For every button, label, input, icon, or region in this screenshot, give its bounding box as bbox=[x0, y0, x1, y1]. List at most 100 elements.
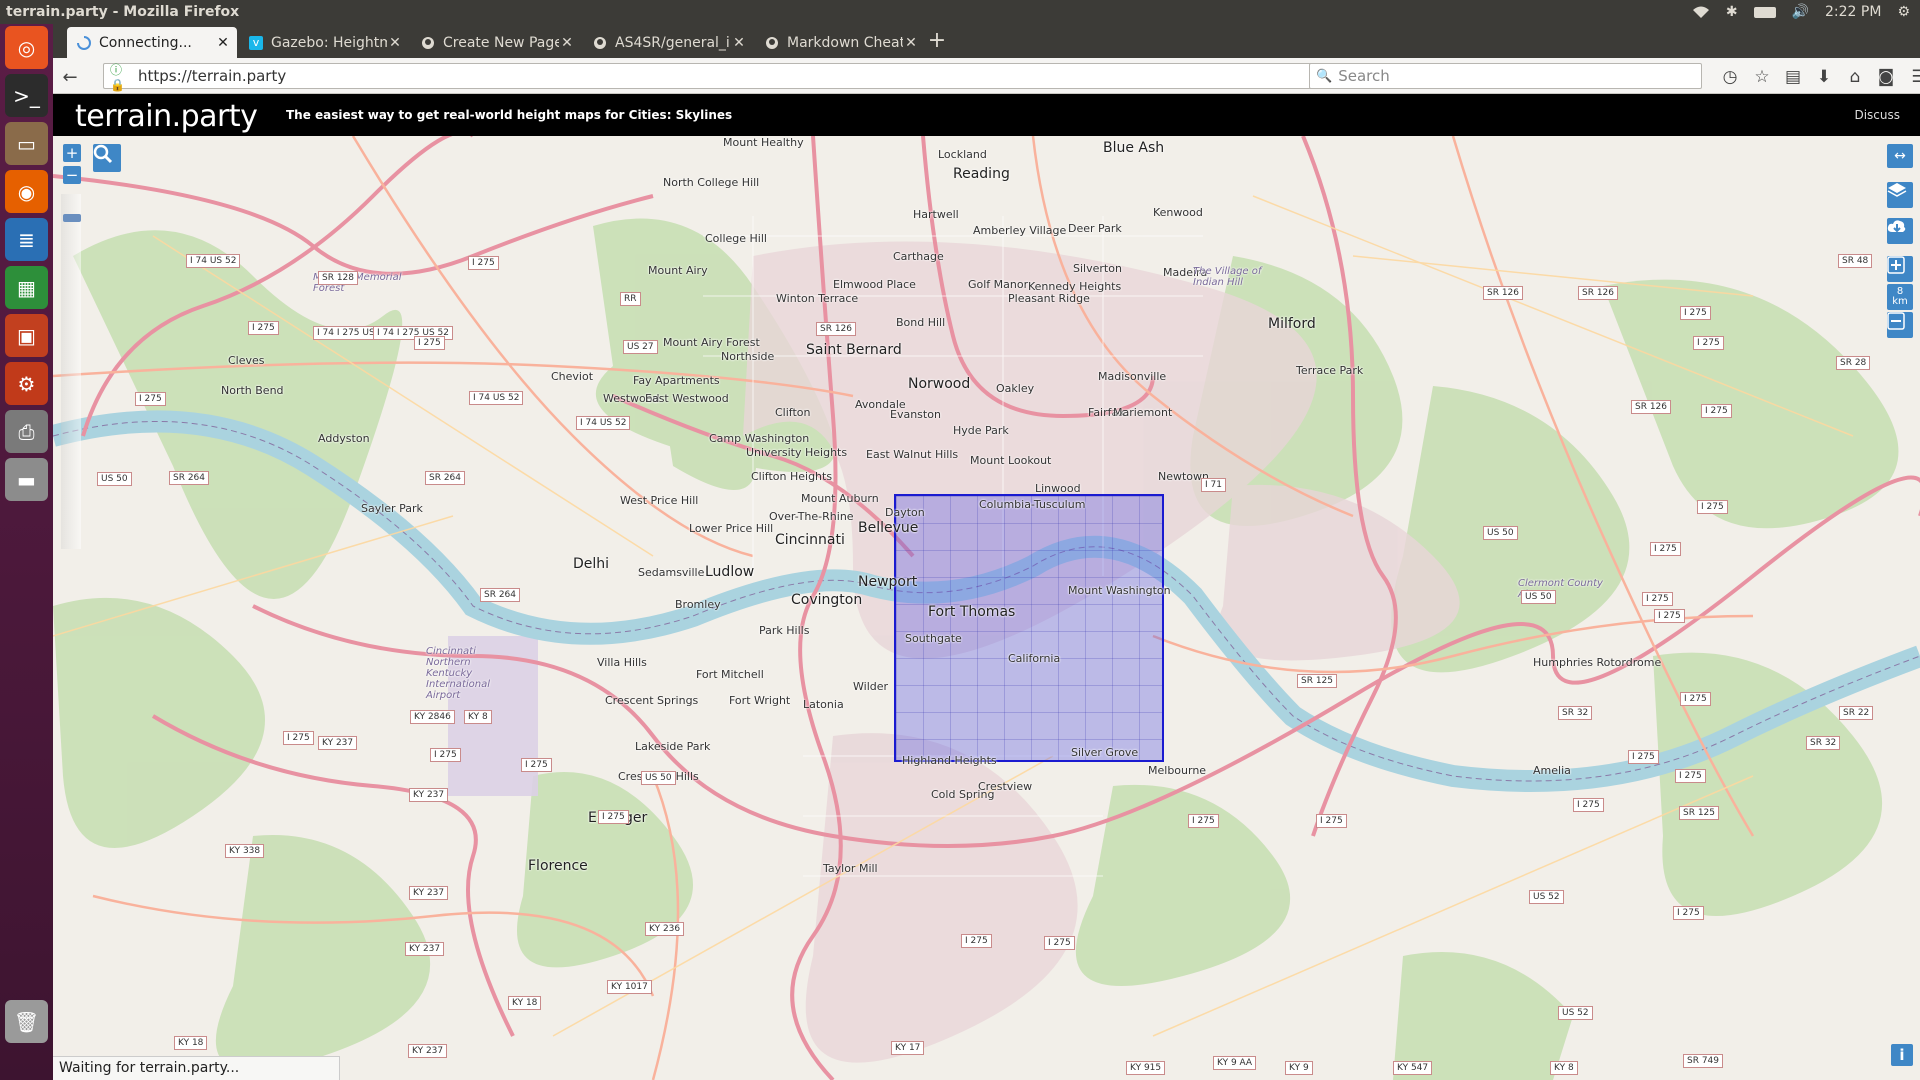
route-shield: RR bbox=[620, 292, 641, 306]
settings-gear-icon[interactable]: ⚙ bbox=[1897, 4, 1910, 20]
tab-terrain-party[interactable]: Connecting... ✕ bbox=[67, 27, 237, 58]
map-zoom-out-button[interactable]: − bbox=[63, 166, 81, 184]
route-shield: SR 32 bbox=[1558, 706, 1593, 720]
menu-icon[interactable]: ☰ bbox=[1907, 65, 1920, 89]
route-shield: SR 749 bbox=[1683, 1054, 1724, 1068]
route-shield: SR 22 bbox=[1839, 706, 1874, 720]
tab-markdown-cheatsheet[interactable]: Markdown Cheatsheet ✕ bbox=[755, 27, 925, 58]
clock[interactable]: 2:22 PM bbox=[1825, 4, 1881, 20]
settings-icon[interactable]: ⚙ bbox=[5, 362, 48, 405]
site-logo[interactable]: terrain.party bbox=[75, 99, 258, 134]
url-text[interactable]: https://terrain.party bbox=[138, 67, 1322, 85]
close-icon[interactable]: ✕ bbox=[215, 35, 231, 51]
resize-horizontal-button[interactable]: ↔ bbox=[1887, 144, 1913, 168]
route-shield: I 275 bbox=[598, 810, 629, 824]
info-button[interactable]: i bbox=[1891, 1044, 1913, 1066]
tab-label: Create New Page · AS4 bbox=[443, 34, 559, 51]
tab-gazebo[interactable]: v Gazebo: Heightmap Tu ✕ bbox=[239, 27, 409, 58]
map-place-label: Milford bbox=[1268, 316, 1316, 332]
pocket-icon[interactable]: ◙ bbox=[1874, 65, 1898, 89]
route-shield: SR 264 bbox=[425, 471, 466, 485]
vimeo-icon: v bbox=[249, 35, 263, 50]
download-heightmap-button[interactable] bbox=[1887, 218, 1913, 244]
close-icon[interactable]: ✕ bbox=[387, 35, 403, 51]
map-place-label: Lower Price Hill bbox=[689, 522, 774, 535]
map-place-label: Mount Healthy bbox=[723, 136, 804, 149]
discuss-link[interactable]: Discuss bbox=[1854, 108, 1900, 122]
writer-icon[interactable]: ≣ bbox=[5, 218, 48, 261]
search-input[interactable]: 🔍 Search bbox=[1309, 63, 1702, 89]
map-search-button[interactable] bbox=[93, 144, 121, 172]
map-place-label: East Walnut Hills bbox=[866, 448, 959, 461]
map-place-label: Mount Auburn bbox=[801, 492, 879, 505]
home-icon[interactable]: ⌂ bbox=[1843, 65, 1867, 89]
download-icon[interactable]: ⬇ bbox=[1812, 65, 1836, 89]
map-place-label: Clifton Heights bbox=[751, 470, 833, 483]
files-icon[interactable]: ▭ bbox=[5, 122, 48, 165]
route-shield: I 275 bbox=[1697, 500, 1728, 514]
route-shield: KY 9 AA bbox=[1213, 1056, 1257, 1070]
github-icon bbox=[765, 36, 779, 50]
route-shield: KY 237 bbox=[409, 788, 449, 802]
ubuntu-dash-icon[interactable]: ◎ bbox=[5, 26, 48, 69]
selection-box[interactable] bbox=[894, 494, 1164, 762]
battery-icon[interactable] bbox=[1753, 6, 1776, 18]
map-place-label: Reading bbox=[953, 166, 1010, 182]
route-shield: KY 237 bbox=[318, 736, 358, 750]
lock-icon[interactable]: ⓘ 🔒 bbox=[104, 61, 138, 92]
route-shield: US 50 bbox=[1483, 526, 1518, 540]
map-place-label: Newport bbox=[858, 574, 918, 590]
desktop: terrain.party - Mozilla Firefox ✱ 🔊 2:22… bbox=[0, 0, 1920, 1080]
map-place-label: University Heights bbox=[746, 446, 848, 459]
route-shield: KY 547 bbox=[1393, 1061, 1433, 1075]
close-icon[interactable]: ✕ bbox=[731, 35, 747, 51]
map-zoom-in-button[interactable]: + bbox=[63, 144, 81, 162]
map-place-label: Pleasant Ridge bbox=[1008, 292, 1090, 305]
new-tab-button[interactable]: + bbox=[925, 30, 949, 54]
disk-icon[interactable]: ▬ bbox=[5, 458, 48, 501]
bookmark-star-icon[interactable]: ☆ bbox=[1750, 65, 1774, 89]
tab-general-info[interactable]: AS4SR/general_info: C ✕ bbox=[583, 27, 753, 58]
route-shield: SR 264 bbox=[169, 471, 210, 485]
route-shield: SR 48 bbox=[1838, 254, 1873, 268]
map-place-label: Linwood bbox=[1035, 482, 1081, 495]
route-shield: KY 8 bbox=[464, 710, 492, 724]
wifi-icon[interactable] bbox=[1692, 5, 1710, 19]
tab-create-new-page[interactable]: Create New Page · AS4 ✕ bbox=[411, 27, 581, 58]
reading-list-icon[interactable]: ▤ bbox=[1781, 65, 1805, 89]
layers-button[interactable] bbox=[1887, 182, 1913, 208]
route-shield: I 275 bbox=[1642, 592, 1673, 606]
map-place-label: Deer Park bbox=[1068, 222, 1122, 235]
bluetooth-icon[interactable]: ✱ bbox=[1726, 4, 1738, 20]
close-icon[interactable]: ✕ bbox=[559, 35, 575, 51]
terminal-icon[interactable]: >_ bbox=[5, 74, 48, 117]
map-place-label: Highland Heights bbox=[902, 754, 997, 767]
trash-icon[interactable]: 🗑 bbox=[5, 1000, 48, 1043]
site-tagline: The easiest way to get real-world height… bbox=[286, 108, 732, 122]
close-icon[interactable]: ✕ bbox=[903, 35, 919, 51]
map-zoom-slider-handle[interactable] bbox=[63, 214, 81, 222]
map[interactable]: Mount HealthyLincoln HeightsLocklandRead… bbox=[53, 136, 1920, 1080]
back-button[interactable]: ← bbox=[57, 64, 83, 90]
map-place-label: Fort Mitchell bbox=[696, 668, 764, 681]
enlarge-selection-button[interactable] bbox=[1887, 256, 1913, 282]
route-shield: I 275 bbox=[430, 748, 461, 762]
search-icon bbox=[93, 144, 113, 164]
firefox-icon[interactable]: ◉ bbox=[5, 170, 48, 213]
history-icon[interactable]: ◷ bbox=[1718, 65, 1742, 89]
route-shield: SR 125 bbox=[1297, 674, 1338, 688]
map-place-label: Amelia bbox=[1533, 764, 1571, 777]
map-place-label: Hartwell bbox=[913, 208, 959, 221]
volume-icon[interactable]: 🔊 bbox=[1792, 4, 1809, 20]
map-zoom-slider[interactable] bbox=[61, 194, 81, 549]
impress-icon[interactable]: ▣ bbox=[5, 314, 48, 357]
route-shield: I 275 bbox=[1628, 750, 1659, 764]
route-shield: I 275 bbox=[1650, 542, 1681, 556]
calc-icon[interactable]: ▦ bbox=[5, 266, 48, 309]
shrink-selection-button[interactable] bbox=[1887, 312, 1913, 338]
route-shield: I 275 bbox=[1680, 306, 1711, 320]
url-bar[interactable]: ⓘ 🔒 https://terrain.party ✕ bbox=[103, 61, 1353, 92]
printer-icon[interactable]: ⎙ bbox=[5, 410, 48, 453]
route-shield: I 275 bbox=[1316, 814, 1347, 828]
map-place-label: Wilder bbox=[853, 680, 889, 693]
